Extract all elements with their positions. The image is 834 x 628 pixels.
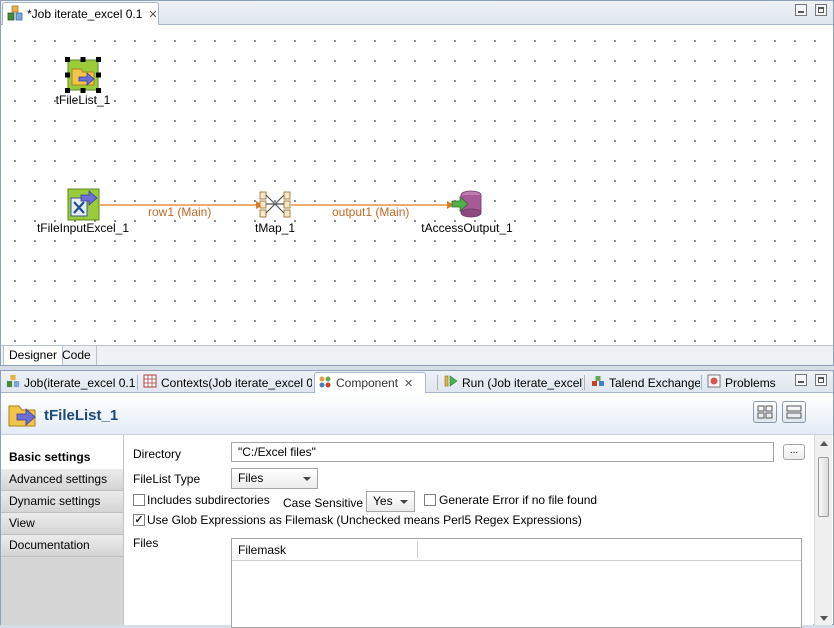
- tab-contexts[interactable]: Contexts(Job iterate_excel 0.: [140, 372, 312, 393]
- case-sensitive-value: Yes: [373, 494, 393, 508]
- filelist-type-label: FileList Type: [133, 472, 201, 486]
- tab-component[interactable]: Component ✕: [314, 372, 426, 393]
- tab-talend-exchange[interactable]: Talend Exchange: [588, 372, 700, 393]
- tab-basic-settings[interactable]: Basic settings: [1, 447, 123, 469]
- files-label: Files: [133, 536, 159, 550]
- tab-dynamic-settings[interactable]: Dynamic settings: [1, 491, 123, 513]
- output1-connection-label[interactable]: output1 (Main): [332, 205, 409, 219]
- tmap-icon: [259, 191, 291, 218]
- minimize-button[interactable]: [795, 374, 807, 386]
- tmap-node[interactable]: [259, 189, 291, 219]
- scroll-down-icon[interactable]: [820, 616, 828, 621]
- designer-code-tabs: Designer Code: [1, 345, 833, 365]
- tfilelist-label: tFileList_1: [55, 93, 111, 107]
- problems-icon: [707, 374, 721, 391]
- job-icon: [7, 5, 23, 24]
- chevron-down-icon: [400, 500, 408, 504]
- tab-problems-label: Problems: [725, 375, 776, 390]
- tab-problems[interactable]: Problems: [704, 372, 778, 393]
- filelist-type-select[interactable]: Files: [231, 468, 318, 489]
- vertical-scrollbar[interactable]: [814, 435, 832, 625]
- settings-side-tabs: Basic settings Advanced settings Dynamic…: [1, 447, 123, 625]
- tab-talend-exchange-label: Talend Exchange: [609, 375, 700, 390]
- tfileinputexcel-node[interactable]: [67, 188, 100, 221]
- contexts-icon: [143, 374, 157, 391]
- glob-expressions-checkbox[interactable]: [133, 514, 145, 526]
- directory-label: Directory: [133, 447, 182, 461]
- designer-canvas[interactable]: tFileList_1 tFileInputExcel_1 tMap_1 tAc…: [1, 25, 833, 345]
- connection-lines: [100, 201, 454, 209]
- filemask-column-header[interactable]: Filemask: [238, 543, 286, 557]
- editor-tab-bar: *Job iterate_excel 0.1 ✕: [1, 1, 833, 25]
- tab-job[interactable]: Job(iterate_excel 0.1): [3, 372, 135, 393]
- includes-subdirectories-checkbox[interactable]: [133, 494, 145, 506]
- browse-button[interactable]: ...: [783, 444, 805, 460]
- glob-expressions-label: Use Glob Expressions as Filemask (Unchec…: [147, 513, 582, 527]
- tab-view[interactable]: View: [1, 513, 123, 535]
- scrollbar-thumb[interactable]: [818, 457, 829, 517]
- job-icon: [6, 374, 20, 391]
- tfilelist-node[interactable]: [65, 57, 101, 93]
- close-icon[interactable]: ✕: [148, 8, 157, 21]
- taccessoutput-label: tAccessOutput_1: [421, 221, 513, 235]
- file-list-icon: [7, 400, 37, 431]
- list-view-icon: [786, 405, 802, 419]
- tab-advanced-settings[interactable]: Advanced settings: [1, 469, 123, 491]
- includes-subdirectories-label: Includes subdirectories: [147, 493, 270, 507]
- views-panel: Job(iterate_excel 0.1) Contexts(Job iter…: [0, 370, 834, 628]
- run-icon: [444, 374, 458, 391]
- maximize-button[interactable]: [815, 4, 827, 16]
- tab-component-label: Component: [336, 376, 399, 390]
- filelist-type-value: Files: [238, 471, 264, 485]
- file-list-icon: [65, 57, 101, 93]
- tab-designer[interactable]: Designer: [3, 346, 64, 365]
- files-table[interactable]: Filemask: [231, 538, 802, 628]
- component-header: tFileList_1: [1, 393, 833, 435]
- tmap-label: tMap_1: [254, 221, 296, 235]
- exchange-icon: [591, 374, 605, 391]
- generate-error-label: Generate Error if no file found: [439, 493, 598, 507]
- chevron-down-icon: [303, 477, 311, 481]
- case-sensitive-label: Case Sensitive: [283, 496, 364, 510]
- tab-run[interactable]: Run (Job iterate_excel): [441, 372, 583, 393]
- editor-tab-job[interactable]: *Job iterate_excel 0.1 ✕: [2, 2, 159, 25]
- minimize-button[interactable]: [795, 4, 807, 16]
- generate-error-checkbox[interactable]: [424, 494, 436, 506]
- component-icon: [318, 375, 332, 392]
- job-editor: *Job iterate_excel 0.1 ✕ tFileList_1 tFi…: [0, 0, 834, 366]
- component-title: tFileList_1: [44, 407, 119, 424]
- taccessoutput-node[interactable]: [451, 189, 483, 219]
- tfileinputexcel-label: tFileInputExcel_1: [36, 221, 130, 235]
- case-sensitive-select[interactable]: Yes: [366, 491, 415, 512]
- directory-field[interactable]: "C:/Excel files": [231, 442, 774, 462]
- tab-run-label: Run (Job iterate_excel): [462, 375, 583, 390]
- files-table-header: Filemask: [232, 539, 801, 561]
- tab-code[interactable]: Code: [57, 346, 97, 365]
- tab-job-label: Job(iterate_excel 0.1): [24, 375, 135, 390]
- row1-connection-label[interactable]: row1 (Main): [148, 205, 211, 219]
- excel-input-icon: [67, 188, 100, 221]
- tab-contexts-label: Contexts(Job iterate_excel 0.: [161, 375, 312, 390]
- table-view-button[interactable]: [753, 401, 777, 423]
- tab-documentation[interactable]: Documentation: [1, 535, 123, 557]
- basic-settings-form: Directory "C:/Excel files" ... FileList …: [123, 435, 813, 628]
- maximize-button[interactable]: [815, 374, 827, 386]
- editor-tab-label: *Job iterate_excel 0.1: [27, 7, 143, 21]
- close-icon[interactable]: ✕: [404, 377, 413, 390]
- scroll-up-icon[interactable]: [820, 441, 828, 446]
- database-output-icon: [451, 190, 482, 218]
- grid-view-icon: [757, 405, 773, 419]
- list-view-button[interactable]: [782, 401, 806, 423]
- views-tab-bar: Job(iterate_excel 0.1) Contexts(Job iter…: [1, 371, 833, 393]
